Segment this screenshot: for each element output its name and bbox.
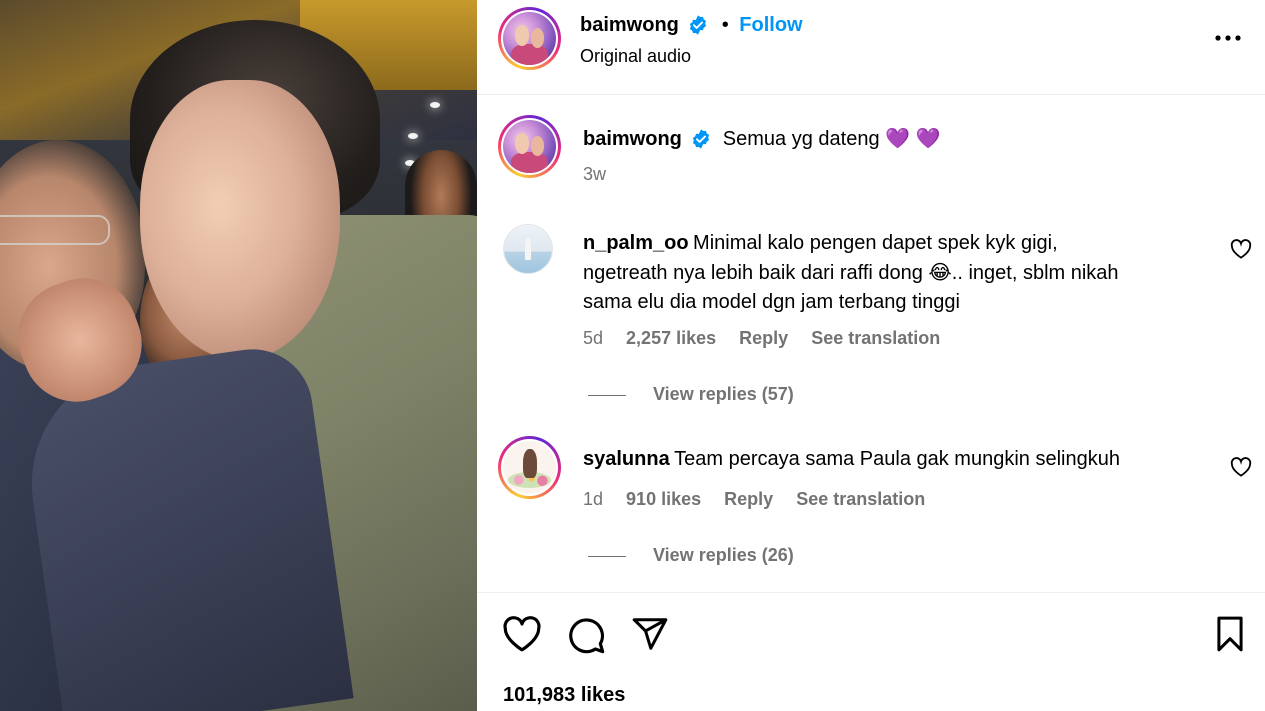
comment-timestamp[interactable]: 1d (583, 489, 603, 509)
comment-avatar[interactable] (498, 436, 561, 499)
comment-body: Team percaya sama Paula gak mungkin seli… (674, 448, 1120, 470)
view-replies-button[interactable]: View replies (57) (653, 384, 794, 405)
post-video[interactable] (0, 0, 477, 711)
comment-username[interactable]: n_palm_oo (583, 232, 689, 254)
comment-line: sama elu dia model dgn jam terbang tingg… (583, 291, 960, 313)
comment-likes[interactable]: 910 likes (626, 489, 701, 509)
comment-line: ngetreath nya lebih baik dari raffi dong… (583, 262, 1119, 284)
reply-button[interactable]: Reply (724, 489, 773, 509)
author-username[interactable]: baimwong (580, 14, 679, 36)
more-options-icon[interactable] (1213, 30, 1243, 46)
comment-line: Minimal kalo pengen dapet spek kyk gigi, (693, 232, 1058, 254)
caption-row: baimwong Semua yg dateng 💜 💜 (583, 126, 941, 151)
caption-timestamp[interactable]: 3w (583, 164, 606, 185)
see-translation-button[interactable]: See translation (796, 489, 925, 509)
caption-text: Semua yg dateng 💜 💜 (722, 128, 941, 150)
replies-dash (588, 395, 626, 396)
reply-button[interactable]: Reply (739, 328, 788, 348)
comment-username[interactable]: syalunna (583, 448, 670, 470)
comment-text: n_palm_oo Minimal kalo pengen dapet spek… (583, 229, 1119, 317)
header-author-row: baimwong • Follow (580, 14, 803, 37)
glasses (0, 215, 110, 245)
comment-likes[interactable]: 2,257 likes (626, 328, 716, 348)
follow-button[interactable]: Follow (739, 14, 802, 36)
comment-timestamp[interactable]: 5d (583, 328, 603, 348)
comment-text: syalunna Team percaya sama Paula gak mun… (583, 448, 1120, 471)
comment-meta-row: 5d 2,257 likes Reply See translation (583, 328, 940, 349)
caption-avatar[interactable] (498, 115, 561, 178)
comment-icon[interactable] (566, 615, 606, 655)
verified-badge-icon (693, 129, 710, 149)
share-icon[interactable] (630, 615, 670, 653)
ceiling-light (408, 133, 418, 139)
replies-dash (588, 556, 626, 557)
comment-meta-row: 1d 910 likes Reply See translation (583, 489, 925, 510)
comment-like-heart-icon[interactable] (1230, 239, 1252, 259)
comment-like-heart-icon[interactable] (1230, 457, 1252, 477)
ceiling-light (430, 102, 440, 108)
main-person-face (140, 80, 340, 360)
see-translation-button[interactable]: See translation (811, 328, 940, 348)
audio-label[interactable]: Original audio (580, 46, 691, 67)
separator-dot: • (721, 14, 729, 36)
comment-avatar[interactable] (503, 224, 553, 274)
verified-badge-icon (690, 15, 707, 35)
author-avatar[interactable] (498, 7, 561, 70)
post-likes-count[interactable]: 101,983 likes (503, 684, 625, 707)
actions-divider (477, 592, 1265, 593)
view-replies-button[interactable]: View replies (26) (653, 545, 794, 566)
bookmark-icon[interactable] (1213, 615, 1247, 653)
caption-username[interactable]: baimwong (583, 128, 682, 150)
header-divider (477, 94, 1265, 95)
heart-icon[interactable] (502, 615, 542, 653)
post-details-panel: baimwong • Follow Original audio baimwon… (477, 0, 1265, 711)
